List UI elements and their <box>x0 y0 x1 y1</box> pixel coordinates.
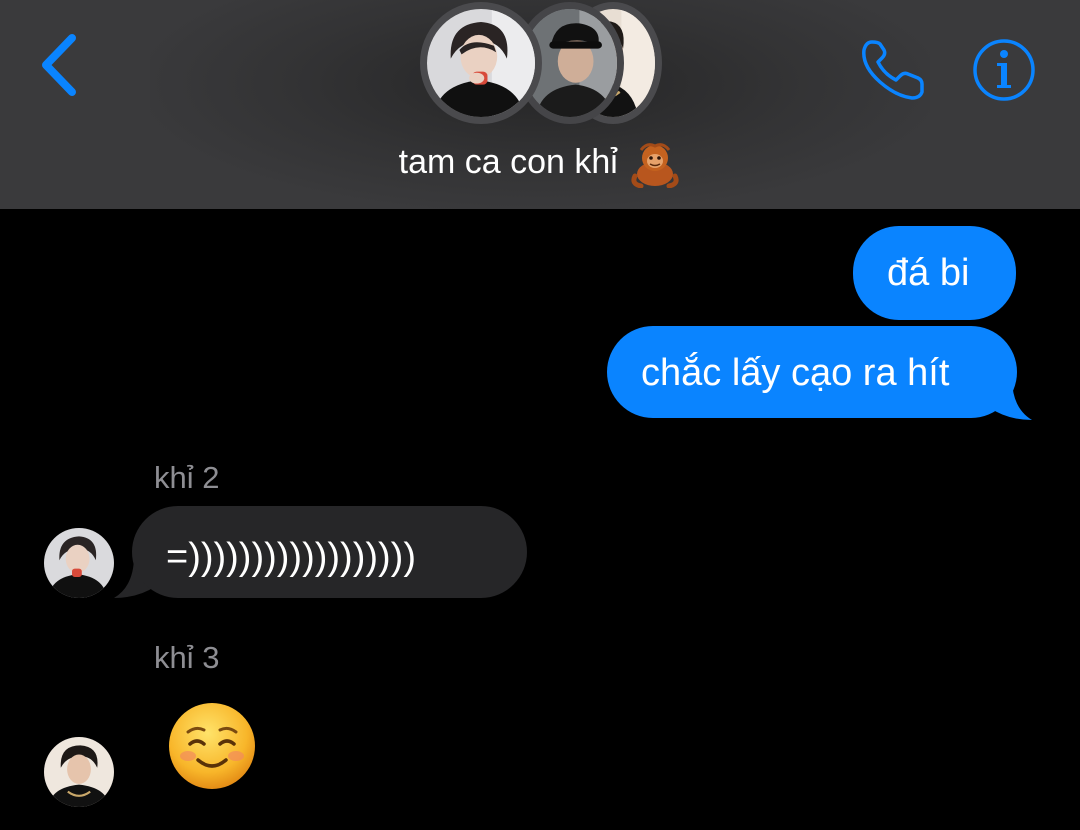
message-text: đá bi <box>887 252 970 294</box>
conversation-header: tam ca con khỉ <box>0 0 1080 209</box>
incoming-message-bubble[interactable]: =)))))))))))))))))) <box>132 506 527 598</box>
message-text: chắc lấy cạo ra hít <box>641 352 950 394</box>
sender-avatar[interactable] <box>44 528 114 598</box>
back-button[interactable] <box>36 32 86 98</box>
outgoing-bubble-tail <box>990 378 1032 420</box>
outgoing-message-bubble[interactable]: chắc lấy cạo ra hít <box>607 326 1017 418</box>
voice-call-button[interactable] <box>858 36 928 102</box>
smiling-face-emoji[interactable] <box>166 700 258 792</box>
group-title-text: tam ca con khỉ <box>398 142 618 181</box>
phone-icon <box>862 40 924 100</box>
info-button[interactable] <box>970 36 1038 104</box>
sender-avatar[interactable] <box>44 737 114 807</box>
orangutan-emoji <box>631 143 679 188</box>
message-text: =)))))))))))))))))) <box>166 536 416 578</box>
outgoing-message-bubble[interactable]: đá bi <box>853 226 1016 320</box>
group-avatar-stack[interactable] <box>420 2 662 126</box>
chevron-left-icon <box>42 34 76 96</box>
sender-name: khỉ 3 <box>154 640 220 675</box>
group-title[interactable]: tam ca con khỉ <box>0 140 1080 188</box>
info-circle-icon <box>973 39 1035 101</box>
group-member-avatar-1 <box>420 2 542 124</box>
sender-name: khỉ 2 <box>154 460 220 495</box>
